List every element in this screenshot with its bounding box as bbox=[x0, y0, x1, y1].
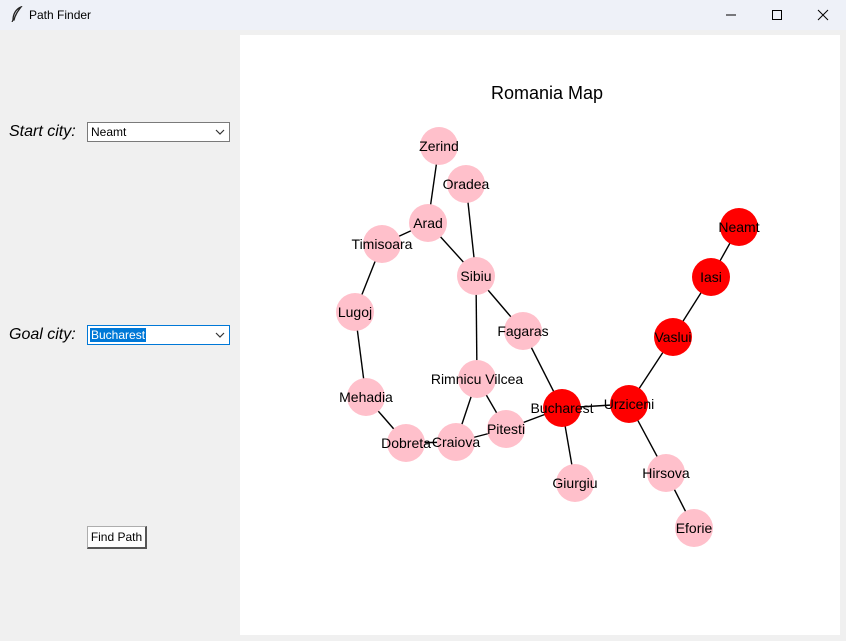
city-label-oradea: Oradea bbox=[443, 176, 490, 192]
feather-icon bbox=[11, 6, 23, 22]
find-path-button[interactable]: Find Path bbox=[87, 526, 147, 549]
city-label-rimnicu-vilcea: Rimnicu Vilcea bbox=[431, 371, 524, 387]
city-label-timisoara: Timisoara bbox=[352, 236, 413, 252]
goal-city-value: Bucharest bbox=[90, 328, 147, 342]
chevron-down-icon bbox=[215, 332, 225, 338]
city-label-eforie: Eforie bbox=[676, 520, 713, 536]
city-layer: Zerind Oradea AradTimisoara Sibiu Lugoj Fagar… bbox=[336, 127, 760, 547]
city-label-arad: Arad bbox=[413, 215, 443, 231]
goal-city-select[interactable]: Bucharest bbox=[87, 325, 230, 345]
close-icon bbox=[817, 9, 829, 21]
city-label-lugoj: Lugoj bbox=[338, 304, 372, 320]
minimize-button[interactable] bbox=[708, 0, 754, 30]
city-label-dobreta: Dobreta bbox=[381, 435, 431, 451]
city-label-zerind: Zerind bbox=[419, 138, 459, 154]
start-city-label: Start city: bbox=[9, 123, 76, 140]
city-label-pitesti: Pitesti bbox=[487, 421, 525, 437]
city-label-vaslui: Vaslui bbox=[654, 329, 691, 345]
city-label-iasi: Iasi bbox=[700, 269, 722, 285]
chevron-down-icon bbox=[215, 129, 225, 135]
goal-city-label: Goal city: bbox=[9, 326, 76, 343]
map-title: Romania Map bbox=[491, 83, 603, 103]
close-button[interactable] bbox=[800, 0, 846, 30]
start-city-value: Neamt bbox=[91, 125, 127, 139]
city-label-urziceni: Urziceni bbox=[604, 396, 655, 412]
city-label-fagaras: Fagaras bbox=[497, 323, 548, 339]
title-bar: Path Finder bbox=[0, 0, 846, 30]
city-label-neamt: Neamt bbox=[718, 219, 759, 235]
romania-map: Romania Map Zerind Oradea AradTimisoara Sib… bbox=[336, 83, 760, 547]
window-title: Path Finder bbox=[29, 8, 92, 22]
maximize-button[interactable] bbox=[754, 0, 800, 30]
city-label-giurgiu: Giurgiu bbox=[552, 475, 597, 491]
maximize-icon bbox=[772, 10, 782, 20]
city-label-sibiu: Sibiu bbox=[460, 268, 491, 284]
map-canvas: Romania Map Zerind Oradea Arad Timisoara Sib… bbox=[240, 35, 840, 635]
city-label-mehadia: Mehadia bbox=[339, 389, 393, 405]
start-city-select[interactable]: Neamt bbox=[87, 122, 230, 142]
city-label-bucharest: Bucharest bbox=[530, 400, 593, 416]
minimize-icon bbox=[726, 14, 736, 16]
city-label-hirsova: Hirsova bbox=[642, 465, 690, 481]
city-label-craiova: Craiova bbox=[432, 434, 480, 450]
